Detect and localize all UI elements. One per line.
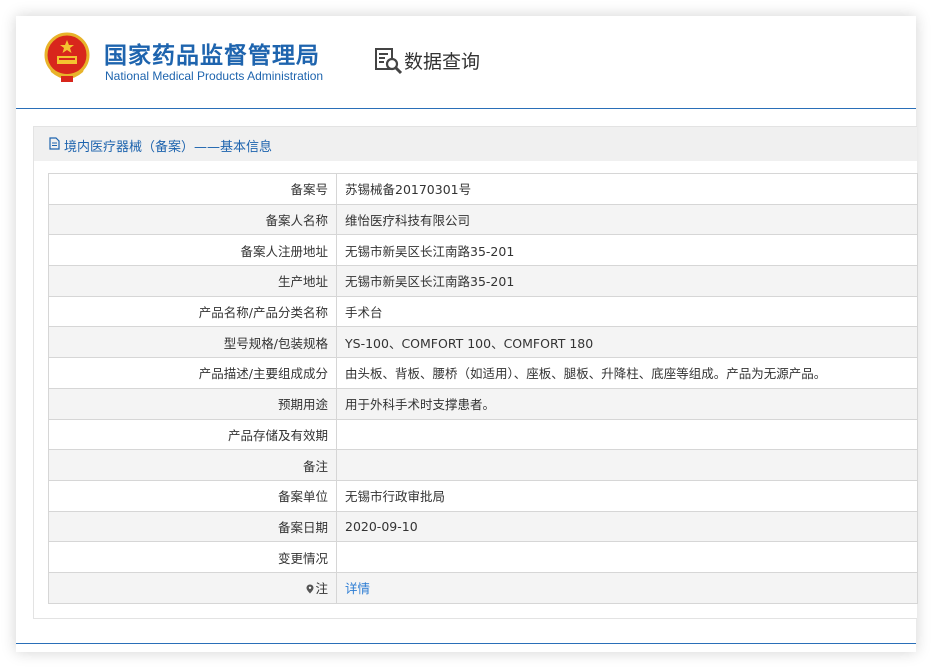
field-label: 型号规格/包装规格 (48, 326, 337, 359)
table-row: 备案人名称 维怡医疗科技有限公司 (48, 203, 918, 236)
field-value: 无锡市行政审批局 (336, 479, 918, 512)
table-row: 产品存储及有效期 (48, 418, 918, 451)
basic-info-table: 备案号 苏锡械备20170301号 备案人名称 维怡医疗科技有限公司 备案人注册… (48, 173, 918, 604)
field-label: 备案单位 (48, 479, 337, 512)
field-label: 产品名称/产品分类名称 (48, 295, 337, 328)
field-value: 手术台 (336, 295, 918, 328)
national-emblem-icon (44, 32, 90, 82)
table-row: 产品描述/主要组成成分 由头板、背板、腰桥（如适用）、座板、腿板、升降柱、底座等… (48, 357, 918, 389)
agency-name-en: National Medical Products Administration (105, 69, 324, 83)
table-row: 变更情况 (48, 541, 918, 573)
table-row: 备案日期 2020-09-10 (48, 510, 918, 543)
agency-name-cn: 国家药品监督管理局 (104, 43, 320, 69)
footer-divider (16, 643, 916, 644)
field-label: 预期用途 (48, 387, 337, 420)
field-value: 用于外科手术时支撑患者。 (336, 387, 918, 420)
field-label: 备案人名称 (48, 203, 337, 236)
field-value: 2020-09-10 (336, 510, 918, 543)
table-row: 备案号 苏锡械备20170301号 (48, 173, 918, 205)
section-title: 数据查询 (404, 51, 481, 73)
table-row: 备案单位 无锡市行政审批局 (48, 479, 918, 512)
field-value: 苏锡械备20170301号 (336, 173, 918, 205)
page-frame: 国家药品监督管理局 National Medical Products Admi… (16, 16, 918, 652)
field-value: 维怡医疗科技有限公司 (336, 203, 918, 236)
table-row: 备注 (48, 449, 918, 481)
site-header: 国家药品监督管理局 National Medical Products Admi… (16, 16, 916, 109)
details-link[interactable]: 详情 (345, 581, 370, 596)
table-row: 备案人注册地址 无锡市新吴区长江南路35-201 (48, 234, 918, 267)
field-value: 无锡市新吴区长江南路35-201 (336, 265, 918, 297)
table-row: 预期用途 用于外科手术时支撑患者。 (48, 387, 918, 420)
field-label: 备案人注册地址 (48, 234, 337, 267)
field-label: 备案号 (48, 173, 337, 205)
document-icon (49, 137, 60, 150)
note-value-cell: 详情 (336, 571, 918, 604)
document-search-icon (375, 48, 403, 75)
table-row: 注 详情 (48, 571, 918, 604)
panel-title: 境内医疗器械（备案）——基本信息 (64, 140, 273, 155)
field-value (336, 449, 918, 481)
field-label: 生产地址 (48, 265, 337, 297)
field-label: 产品描述/主要组成成分 (48, 357, 337, 389)
field-label: 产品存储及有效期 (48, 418, 337, 451)
field-value (336, 541, 918, 573)
field-label: 备注 (48, 449, 337, 481)
field-value: YS-100、COMFORT 100、COMFORT 180 (336, 326, 918, 359)
panel-header: 境内医疗器械（备案）——基本信息 (34, 127, 917, 161)
field-value (336, 418, 918, 451)
table-row: 型号规格/包装规格 YS-100、COMFORT 100、COMFORT 180 (48, 326, 918, 359)
field-value: 无锡市新吴区长江南路35-201 (336, 234, 918, 267)
info-panel: 境内医疗器械（备案）——基本信息 备案号 苏锡械备20170301号 备案人名称… (33, 126, 918, 619)
table-row: 生产地址 无锡市新吴区长江南路35-201 (48, 265, 918, 297)
note-label-cell: 注 (48, 571, 337, 604)
field-value: 由头板、背板、腰桥（如适用）、座板、腿板、升降柱、底座等组成。产品为无源产品。 (336, 357, 918, 389)
field-label: 注 (315, 581, 328, 597)
pin-icon (306, 584, 314, 594)
field-label: 变更情况 (48, 541, 337, 573)
table-row: 产品名称/产品分类名称 手术台 (48, 295, 918, 328)
field-label: 备案日期 (48, 510, 337, 543)
